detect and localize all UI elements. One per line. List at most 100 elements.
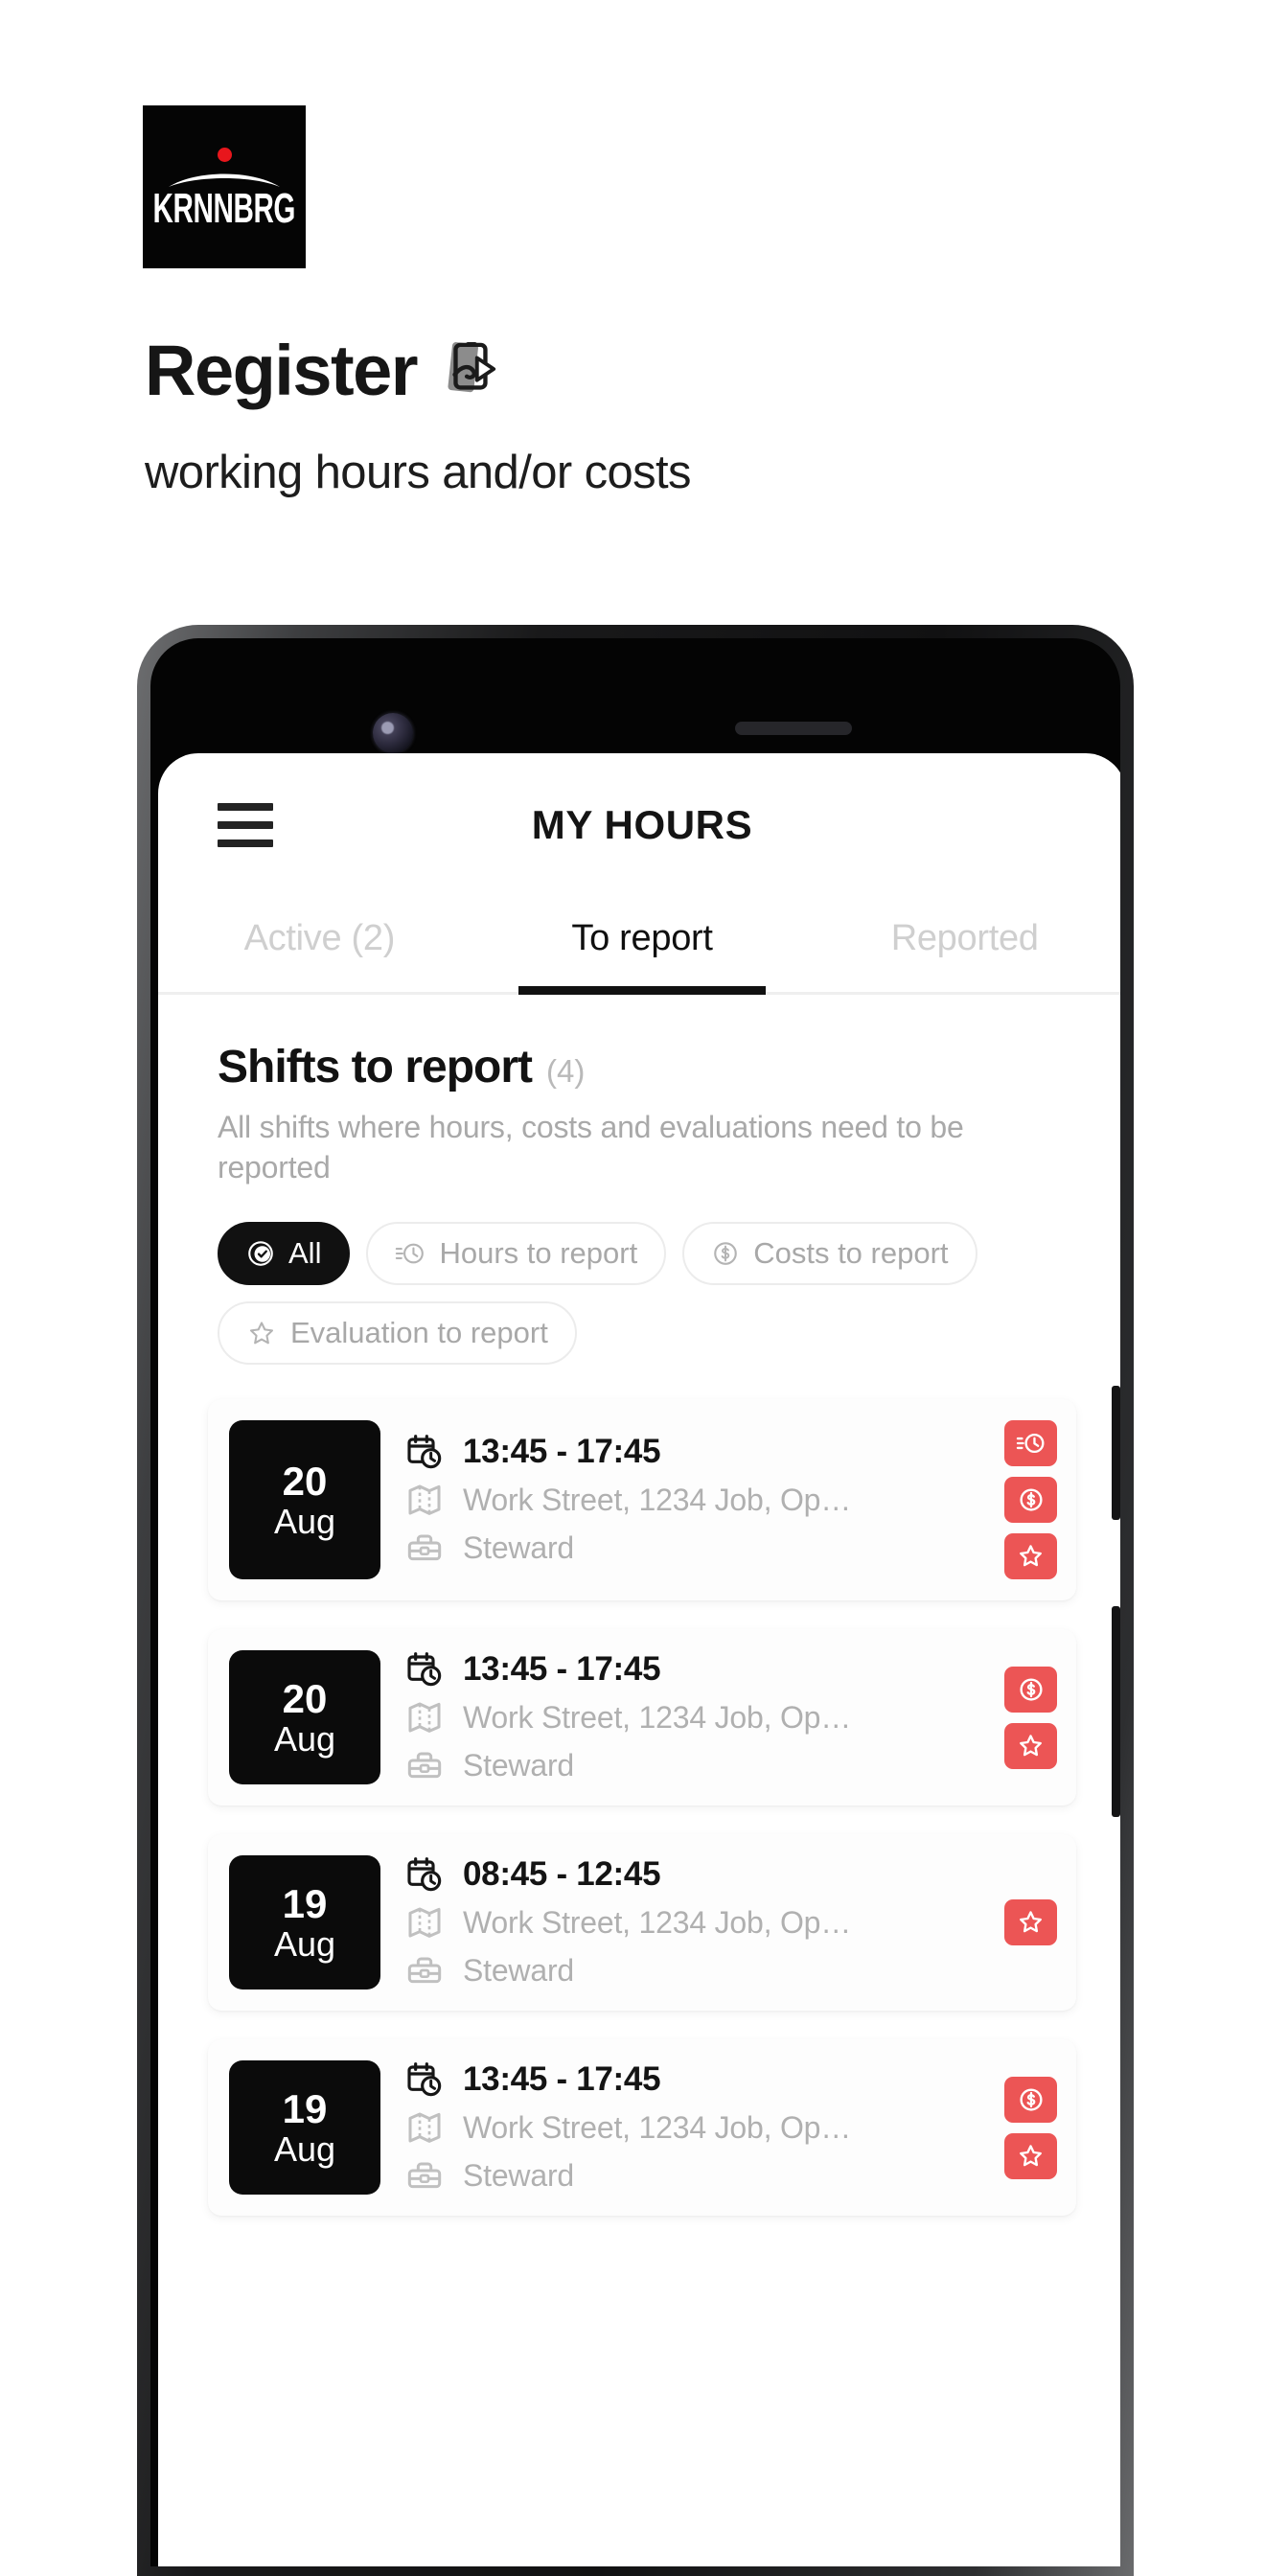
shift-role: Steward — [463, 1952, 574, 1988]
shift-card[interactable]: 19 Aug — [208, 1834, 1076, 2012]
shift-role-row: Steward — [405, 2156, 991, 2195]
shift-day: 19 — [282, 2085, 328, 2131]
shift-time-row: 13:45 - 17:45 — [405, 2060, 991, 2099]
phone-screen: MY HOURS Active (2) To report Reported S… — [150, 638, 1120, 2566]
filter-chip-all-label: All — [288, 1236, 322, 1271]
phone-bezel: MY HOURS Active (2) To report Reported S… — [144, 632, 1127, 2573]
badge-costs[interactable] — [1004, 2076, 1057, 2123]
logo-dot-icon — [217, 148, 232, 162]
shift-month: Aug — [273, 1923, 336, 1964]
shift-time-row: 08:45 - 12:45 — [405, 1855, 991, 1894]
shift-location: Work Street, 1234 Job, Op… — [463, 2109, 852, 2145]
shift-card-list: 20 Aug 13:45 - 17:45 Work Street, 1234 J… — [158, 1365, 1120, 2217]
toolbox-icon — [407, 2162, 442, 2189]
toolbox-icon — [407, 1957, 442, 1984]
shift-details: 13:45 - 17:45 Work Street, 1234 Job, Op… — [380, 1650, 991, 1784]
section-title: Shifts to report — [218, 1042, 533, 1092]
shift-location-row: Work Street, 1234 Job, Op… — [405, 1698, 991, 1736]
dollar-circle-icon — [1019, 2088, 1043, 2111]
shift-role-row: Steward — [405, 1746, 991, 1784]
earpiece-speaker — [735, 722, 852, 735]
dollar-circle-icon — [714, 1242, 738, 1266]
filter-chip-costs-label: Costs to report — [753, 1236, 949, 1271]
shift-time: 13:45 - 17:45 — [463, 1433, 661, 1471]
shift-date-box: 19 Aug — [229, 2060, 380, 2196]
page-subtitle: working hours and/or costs — [145, 447, 692, 498]
shift-details: 13:45 - 17:45 Work Street, 1234 Job, Op… — [380, 1420, 991, 1579]
page-title: Register — [145, 331, 419, 410]
shift-location: Work Street, 1234 Job, Op… — [463, 1699, 852, 1735]
app-title: MY HOURS — [531, 802, 753, 847]
shift-month: Aug — [273, 1501, 336, 1541]
page-root: KRNNBRG Register working hours and/or co… — [0, 0, 1288, 2576]
filter-chip-hours[interactable]: Hours to report — [366, 1222, 667, 1286]
shift-location-row: Work Street, 1234 Job, Op… — [405, 2108, 991, 2147]
section-description: All shifts where hours, costs and evalua… — [218, 1110, 964, 1185]
shift-time: 08:45 - 12:45 — [463, 1855, 661, 1894]
shift-day: 20 — [282, 1675, 328, 1721]
filter-chip-all[interactable]: All — [218, 1222, 351, 1286]
star-icon — [1020, 1735, 1042, 1757]
badge-evaluation[interactable] — [1004, 2132, 1057, 2179]
shift-location-row: Work Street, 1234 Job, Op… — [405, 1903, 991, 1942]
filter-chip-hours-label: Hours to report — [439, 1236, 638, 1271]
shift-role: Steward — [463, 1747, 574, 1782]
badge-hours[interactable] — [1004, 1420, 1057, 1467]
dollar-circle-icon — [1019, 1488, 1043, 1512]
shift-time: 13:45 - 17:45 — [463, 2060, 661, 2099]
badge-costs[interactable] — [1004, 1477, 1057, 1524]
shift-role-row: Steward — [405, 1529, 991, 1567]
badge-evaluation[interactable] — [1004, 1722, 1057, 1769]
shift-card[interactable]: 19 Aug — [208, 2039, 1076, 2217]
section-title-row: Shifts to report (4) — [218, 1041, 1067, 1093]
shift-time-row: 13:45 - 17:45 — [405, 1650, 991, 1689]
shift-role: Steward — [463, 2157, 574, 2193]
filter-chip-evaluation[interactable]: Evaluation to report — [218, 1301, 577, 1366]
dollar-circle-icon — [1019, 1678, 1043, 1701]
star-icon — [249, 1322, 274, 1345]
shift-badge-group — [991, 2060, 1057, 2195]
map-icon — [408, 1907, 441, 1939]
clock-list-icon — [396, 1244, 425, 1264]
shift-role: Steward — [463, 1530, 574, 1565]
shift-location-row: Work Street, 1234 Job, Op… — [405, 1481, 991, 1519]
tab-to-report[interactable]: To report — [481, 897, 804, 992]
shift-date-box: 20 Aug — [229, 1420, 380, 1580]
badge-evaluation[interactable] — [1004, 1533, 1057, 1580]
calendar-clock-icon — [407, 1857, 442, 1892]
calendar-clock-icon — [407, 1652, 442, 1687]
map-icon — [408, 1702, 441, 1734]
star-icon — [1020, 1911, 1042, 1933]
badge-evaluation[interactable] — [1004, 1899, 1057, 1946]
tab-active[interactable]: Active (2) — [158, 897, 481, 992]
shift-location: Work Street, 1234 Job, Op… — [463, 1904, 852, 1940]
krnnbrg-logo: KRNNBRG — [143, 105, 306, 268]
phone-power-button — [1112, 1606, 1120, 1817]
shift-details: 13:45 - 17:45 Work Street, 1234 Job, Op… — [380, 2060, 991, 2195]
calendar-clock-icon — [407, 2062, 442, 2097]
star-icon — [1020, 2145, 1042, 2167]
shift-time: 13:45 - 17:45 — [463, 1650, 661, 1689]
badge-costs[interactable] — [1004, 1666, 1057, 1713]
tab-reported[interactable]: Reported — [803, 897, 1120, 992]
shift-badge-group — [991, 1650, 1057, 1784]
filter-chip-costs[interactable]: Costs to report — [682, 1222, 978, 1286]
section-count: (4) — [546, 1053, 586, 1089]
calendar-clock-icon — [407, 1435, 442, 1469]
mobile-phone-with-arrow-icon — [448, 341, 496, 393]
filter-chip-evaluation-label: Evaluation to report — [290, 1316, 548, 1350]
shift-details: 08:45 - 12:45 Work Street, 1234 Job, Op… — [380, 1855, 991, 1990]
shift-card[interactable]: 20 Aug 13:45 - 17:45 Work Street, 1234 J… — [208, 1629, 1076, 1806]
phone-volume-button — [1112, 1386, 1120, 1520]
shift-card[interactable]: 20 Aug 13:45 - 17:45 Work Street, 1234 J… — [208, 1399, 1076, 1601]
check-circle-icon — [248, 1241, 273, 1267]
shift-location: Work Street, 1234 Job, Op… — [463, 1482, 852, 1517]
map-icon — [408, 2112, 441, 2144]
shift-badge-group — [991, 1420, 1057, 1580]
clock-list-icon — [1016, 1434, 1044, 1454]
shift-day: 19 — [282, 1880, 328, 1926]
tab-bar: Active (2) To report Reported — [158, 897, 1120, 995]
hero-title-row: Register — [145, 335, 499, 406]
filter-chip-row: All Hours to report Costs to report Eval… — [218, 1222, 1067, 1366]
map-icon — [408, 1484, 441, 1516]
